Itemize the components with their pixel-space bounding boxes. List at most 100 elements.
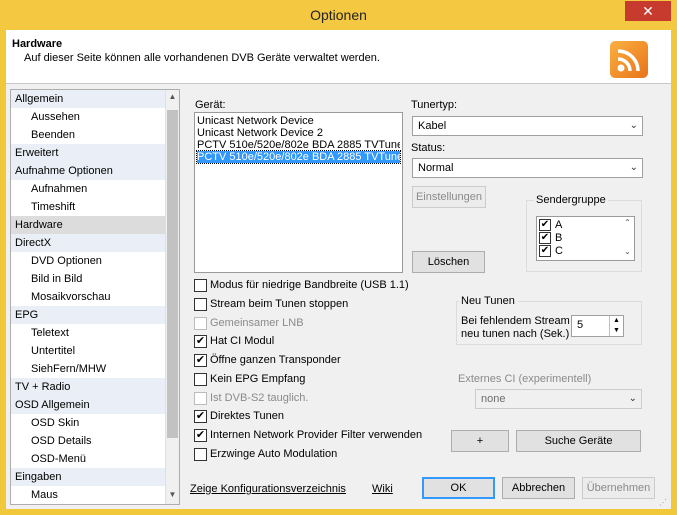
neu-tunen-title: Neu Tunen <box>459 295 517 307</box>
tree-item[interactable]: Aufnahmen <box>11 180 166 198</box>
tree-item[interactable]: Timeshift <box>11 198 166 216</box>
device-list-item[interactable]: Unicast Network Device <box>197 115 400 127</box>
tree-item[interactable]: Teletext <box>11 324 166 342</box>
tree-item[interactable]: Allgemein <box>11 90 166 108</box>
device-list-item[interactable]: Unicast Network Device 2 <box>197 127 400 139</box>
scroll-up-icon[interactable]: ▲ <box>166 92 179 101</box>
tree-item[interactable]: Aufnahme Optionen <box>11 162 166 180</box>
tree-item[interactable]: OSD Details <box>11 432 166 450</box>
option-label: Modus für niedrige Bandbreite (USB 1.1) <box>210 279 409 291</box>
checkbox[interactable] <box>194 298 207 311</box>
checkbox[interactable] <box>194 279 207 292</box>
chevron-up-icon[interactable]: ⌃ <box>621 218 634 227</box>
option-label: Ist DVB-S2 tauglich. <box>210 392 309 404</box>
stepper-up-icon[interactable]: ▲ <box>609 316 623 326</box>
checkbox[interactable]: ✔ <box>194 410 207 423</box>
tree-item[interactable]: Aussehen <box>11 108 166 126</box>
tree-item[interactable]: EPG <box>11 306 166 324</box>
sendergruppe-item-label: A <box>555 219 563 231</box>
checkbox[interactable]: ✔ <box>539 219 551 231</box>
tree-item[interactable]: OSD Skin <box>11 414 166 432</box>
tree-scrollbar[interactable]: ▲ ▼ <box>165 90 179 504</box>
settings-button[interactable]: Einstellungen <box>412 186 486 208</box>
checkbox[interactable]: ✔ <box>194 429 207 442</box>
tree-item[interactable]: DVD Optionen <box>11 252 166 270</box>
external-ci-select[interactable]: none ⌄ <box>475 389 642 409</box>
retune-seconds-value: 5 <box>577 319 584 331</box>
checkbox[interactable] <box>194 373 207 386</box>
settings-tree[interactable]: Maus Eingaben OSD-Menü OSD Details OSD Skin O… <box>10 89 180 505</box>
page-description: Auf dieser Seite können alle vorhandenen… <box>24 52 380 64</box>
status-select[interactable]: Normal ⌄ <box>412 158 643 178</box>
close-button[interactable]: ✕ <box>625 1 671 21</box>
tree-item[interactable]: SiehFern/MHW <box>11 360 166 378</box>
options-window: Optionen ✕ Hardware Auf dieser Seite kön… <box>0 0 677 515</box>
option-label: Hat CI Modul <box>210 335 275 347</box>
tree-item[interactable]: Untertitel <box>11 342 166 360</box>
config-directory-link[interactable]: Zeige Konfigurationsverzeichnis <box>190 483 346 495</box>
tree-item[interactable]: Bild in Bild <box>11 270 166 288</box>
retune-seconds-stepper[interactable]: 5 ▲ ▼ <box>571 315 624 337</box>
tree-item[interactable]: Hardware <box>11 216 166 234</box>
chevron-down-icon: ⌄ <box>629 162 638 173</box>
option-label: Direktes Tunen <box>210 410 284 422</box>
title-bar[interactable]: Optionen ✕ <box>0 0 677 30</box>
option-label: Erzwinge Auto Modulation <box>210 448 338 460</box>
sendergruppe-title: Sendergruppe <box>534 194 608 206</box>
chevron-down-icon: ⌄ <box>629 120 638 131</box>
checkbox[interactable]: ✔ <box>539 245 551 257</box>
checkbox[interactable] <box>194 448 207 461</box>
tuner-type-label: Tunertyp: <box>411 99 458 111</box>
tree-item[interactable]: OSD Allgemein <box>11 396 166 414</box>
tree-item[interactable]: DirectX <box>11 234 166 252</box>
scrollbar-thumb[interactable] <box>167 110 178 438</box>
rss-icon <box>610 41 648 78</box>
chevron-down-icon[interactable]: ⌄ <box>621 247 634 256</box>
sendergruppe-item-label: C <box>555 245 563 257</box>
dialog-client: Hardware Auf dieser Seite können alle vo… <box>6 30 671 509</box>
tuner-type-select[interactable]: Kabel ⌄ <box>412 116 643 136</box>
tuner-type-value: Kabel <box>418 120 447 132</box>
option-label: Kein EPG Empfang <box>210 373 306 385</box>
external-ci-value: none <box>481 393 506 405</box>
device-list-item[interactable]: PCTV 510e/520e/802e BDA 2885 TVTuner <box>197 139 400 151</box>
stepper-down-icon[interactable]: ▼ <box>609 326 623 336</box>
add-button[interactable]: + <box>451 430 509 452</box>
scroll-down-icon[interactable]: ▼ <box>166 490 179 499</box>
wiki-link[interactable]: Wiki <box>372 483 393 495</box>
external-ci-label: Externes CI (experimentell) <box>458 373 592 385</box>
ok-button[interactable]: OK <box>422 477 495 499</box>
search-devices-button[interactable]: Suche Geräte <box>516 430 641 452</box>
apply-button[interactable]: Übernehmen <box>582 477 655 499</box>
page-header: Hardware Auf dieser Seite können alle vo… <box>6 30 671 84</box>
delete-button[interactable]: Löschen <box>412 251 485 273</box>
checkbox[interactable]: ✔ <box>539 232 551 244</box>
tree-item[interactable]: Eingaben <box>11 468 166 486</box>
window-title: Optionen <box>310 7 367 23</box>
sendergruppe-item-label: B <box>555 232 563 244</box>
page-title: Hardware <box>12 38 63 50</box>
tree-item[interactable]: Erweitert <box>11 144 166 162</box>
tree-item[interactable]: Beenden <box>11 126 166 144</box>
status-label: Status: <box>411 142 446 154</box>
option-label: Stream beim Tunen stoppen <box>210 298 349 310</box>
option-label: Internen Network Provider Filter verwend… <box>210 429 423 441</box>
chevron-down-icon: ⌄ <box>628 393 637 404</box>
tree-item[interactable]: TV + Radio <box>11 378 166 396</box>
option-label: Gemeinsamer LNB <box>210 317 304 329</box>
checkbox[interactable] <box>194 392 207 405</box>
resize-grip-icon[interactable]: ⋰ <box>659 498 667 507</box>
neu-tunen-line1: Bei fehlendem Stream <box>461 315 570 327</box>
checkbox[interactable]: ✔ <box>194 354 207 367</box>
tree-item[interactable]: Maus <box>11 486 166 504</box>
tree-item[interactable]: OSD-Menü <box>11 450 166 468</box>
cancel-button[interactable]: Abbrechen <box>502 477 575 499</box>
tree-item[interactable]: Mosaikvorschau <box>11 288 166 306</box>
device-list-item[interactable]: PCTV 510e/520e/802e BDA 2885 TVTuner <box>196 150 401 164</box>
checkbox[interactable]: ✔ <box>194 335 207 348</box>
checkbox[interactable] <box>194 317 207 330</box>
sendergruppe-list[interactable]: ⌃ ⌄ ✔ A ✔ B ✔ C <box>536 216 635 261</box>
neu-tunen-line2: neu tunen nach (Sek.) <box>461 328 570 340</box>
device-list[interactable]: Unicast Network Device Unicast Network De… <box>194 112 403 273</box>
device-label: Gerät: <box>195 99 226 111</box>
